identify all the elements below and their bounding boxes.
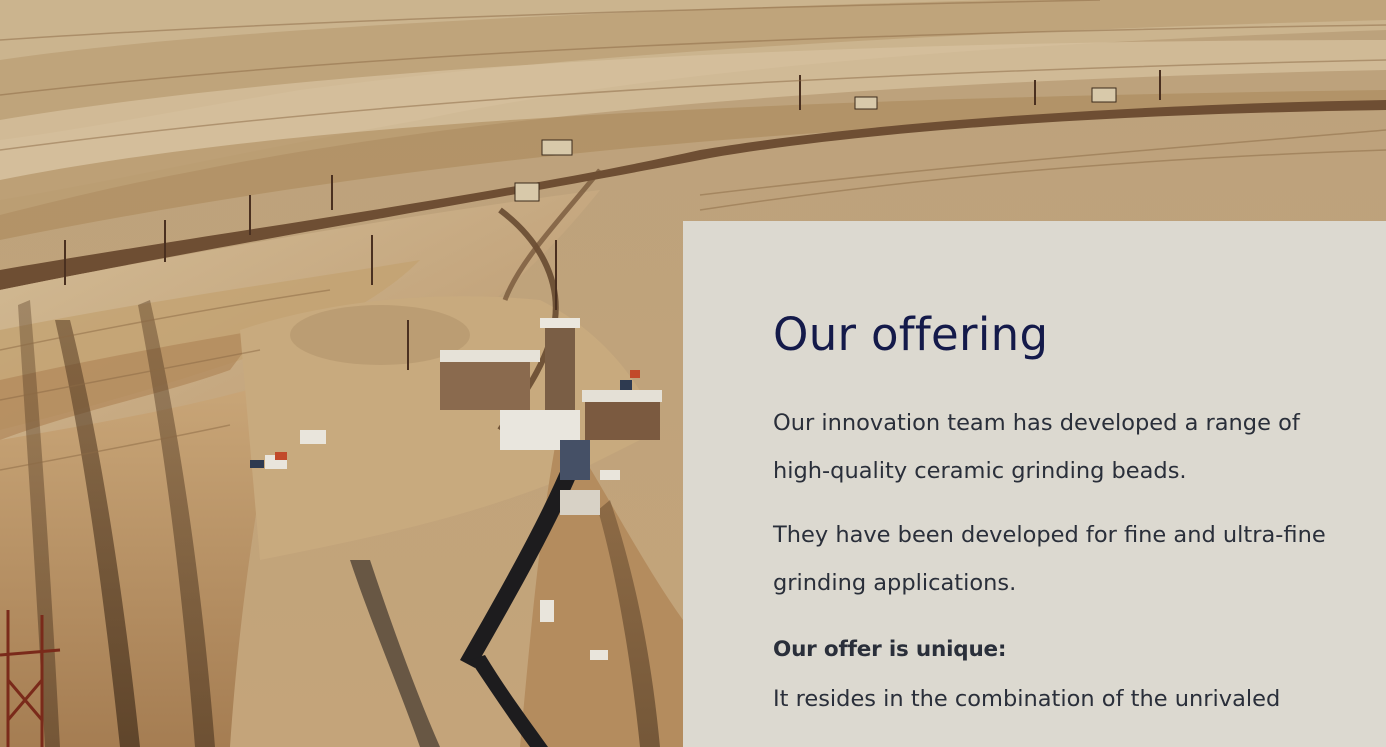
offering-paragraph-1: Our innovation team has developed a rang… [773,410,1300,484]
offering-title: Our offering [773,308,1049,361]
page: Our offering Our innovation team has dev… [0,0,1386,747]
offering-panel: Our offering Our innovation team has dev… [683,221,1386,747]
offering-paragraph-2: They have been developed for fine and ul… [773,522,1326,596]
offer-unique-heading: Our offer is unique: [773,637,1007,662]
offer-unique-text: It resides in the combination of the unr… [773,686,1281,712]
